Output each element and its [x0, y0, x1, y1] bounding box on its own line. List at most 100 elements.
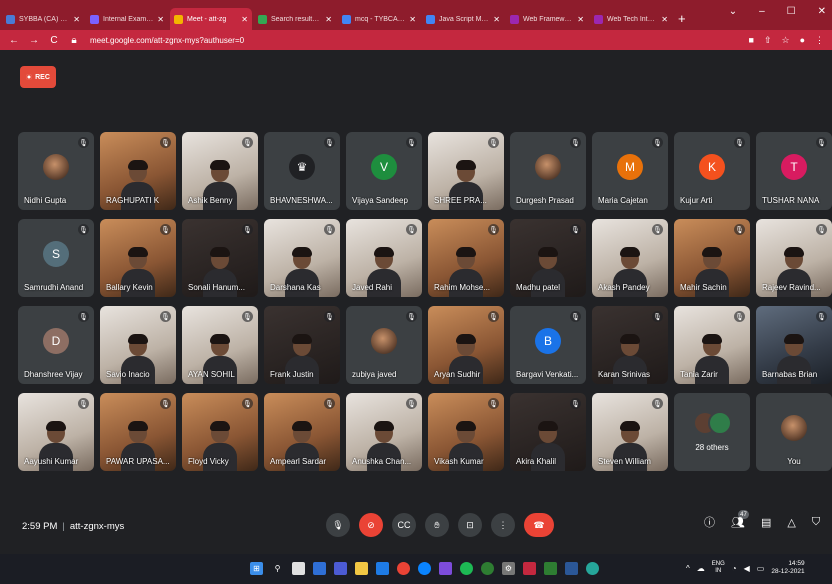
- participant-tile[interactable]: 🎙︎ Madhu patel: [510, 219, 586, 297]
- browser-tab[interactable]: Search results - G ✕: [254, 8, 336, 30]
- raise-hand-button[interactable]: ✋︎: [425, 513, 449, 537]
- participant-tile[interactable]: T 🎙︎ TUSHAR NANA: [756, 132, 832, 210]
- word-icon[interactable]: [565, 562, 578, 575]
- participant-tile[interactable]: 🎙︎ Anushka Chan...: [346, 393, 422, 471]
- participant-tile[interactable]: 🎙︎ Akash Pandey: [592, 219, 668, 297]
- camera-icon[interactable]: ■: [749, 35, 754, 46]
- participant-tile[interactable]: 🎙︎ Steven William: [592, 393, 668, 471]
- battery-icon[interactable]: ▭: [757, 564, 765, 573]
- lock-icon[interactable]: 🔒︎: [68, 35, 80, 46]
- participant-tile[interactable]: 🎙︎ Aryan Sudhir: [428, 306, 504, 384]
- whatsapp-icon[interactable]: [481, 562, 494, 575]
- close-tab-icon[interactable]: ✕: [241, 15, 248, 24]
- volume-icon[interactable]: ◀︎: [744, 564, 750, 573]
- url-field[interactable]: meet.google.com/att-zgnx-mys?authuser=0: [90, 36, 749, 45]
- participant-tile[interactable]: 🎙︎ Javed Rahi: [346, 219, 422, 297]
- captions-button[interactable]: CC: [392, 513, 416, 537]
- menu-icon[interactable]: ⋮: [815, 35, 824, 46]
- camera-off-button[interactable]: ⊘: [359, 513, 383, 537]
- people-icon[interactable]: 👥︎: [731, 516, 745, 529]
- browser-tab[interactable]: Web Framework ✕: [506, 8, 588, 30]
- back-icon[interactable]: ←: [8, 35, 20, 46]
- participant-tile[interactable]: B 🎙︎ Bargavi Venkati...: [510, 306, 586, 384]
- close-tab-icon[interactable]: ✕: [577, 15, 584, 24]
- close-tab-icon[interactable]: ✕: [409, 15, 416, 24]
- chat-app-icon[interactable]: [334, 562, 347, 575]
- language-indicator[interactable]: ENG IN: [712, 561, 725, 575]
- search-icon[interactable]: ⚲: [271, 562, 284, 575]
- cloud-icon[interactable]: ☁︎: [697, 564, 705, 573]
- participant-tile[interactable]: 🎙︎ PAWAR UPASA...: [100, 393, 176, 471]
- leave-call-button[interactable]: ☎︎: [524, 513, 554, 537]
- maximize-icon[interactable]: ☐: [787, 6, 796, 17]
- start-icon[interactable]: ⊞: [250, 562, 263, 575]
- host-controls-icon[interactable]: ⛉: [812, 516, 820, 529]
- browser-tab[interactable]: Web Tech Intern ✕: [590, 8, 672, 30]
- participant-tile[interactable]: 🎙︎ Akira Khalil: [510, 393, 586, 471]
- participant-tile[interactable]: 🎙︎ zubiya javed: [346, 306, 422, 384]
- chat-icon[interactable]: ▤: [761, 516, 771, 529]
- participant-tile[interactable]: 🎙︎ Rajeev Ravind...: [756, 219, 832, 297]
- minimize-icon[interactable]: –: [759, 6, 765, 17]
- participant-tile[interactable]: ♛ 🎙︎ BHAVNESHWA...: [264, 132, 340, 210]
- browser-tab[interactable]: Internal Exam Sl ✕: [86, 8, 168, 30]
- spotify-icon[interactable]: [460, 562, 473, 575]
- participant-tile[interactable]: 🎙︎ Vikash Kumar: [428, 393, 504, 471]
- participant-tile[interactable]: 🎙︎ Ballary Kevin: [100, 219, 176, 297]
- participant-tile[interactable]: 🎙︎ Durgesh Prasad: [510, 132, 586, 210]
- participant-tile[interactable]: S 🎙︎ Samrudhi Anand: [18, 219, 94, 297]
- participant-tile[interactable]: 🎙︎ AYAN SOHIL: [182, 306, 258, 384]
- close-icon[interactable]: ✕: [818, 6, 826, 17]
- teams-icon[interactable]: [439, 562, 452, 575]
- participant-tile[interactable]: 🎙︎ Rahim Mohse...: [428, 219, 504, 297]
- info-icon[interactable]: ⓘ: [704, 514, 715, 530]
- participant-tile[interactable]: 🎙︎ SHREE PRA...: [428, 132, 504, 210]
- participant-tile[interactable]: 🎙︎ Savio Inacio: [100, 306, 176, 384]
- share-icon[interactable]: ⇧: [764, 35, 772, 46]
- participant-tile[interactable]: 🎙︎ RAGHUPATI K: [100, 132, 176, 210]
- forward-icon[interactable]: →: [28, 35, 40, 46]
- chevron-up-icon[interactable]: ^: [686, 564, 690, 573]
- participant-tile[interactable]: M 🎙︎ Maria Cajetan: [592, 132, 668, 210]
- profile-icon[interactable]: ●: [800, 35, 805, 46]
- close-tab-icon[interactable]: ✕: [493, 15, 500, 24]
- close-tab-icon[interactable]: ✕: [661, 15, 668, 24]
- settings-icon[interactable]: ⚙: [502, 562, 515, 575]
- participant-tile[interactable]: V 🎙︎ Vijaya Sandeep: [346, 132, 422, 210]
- chevron-down-icon[interactable]: ⌄: [729, 6, 737, 17]
- more-options-button[interactable]: ⋮: [491, 513, 515, 537]
- browser-tab[interactable]: Meet - att-zg ✕: [170, 8, 252, 30]
- activities-icon[interactable]: △: [787, 516, 795, 529]
- edge-icon[interactable]: [418, 562, 431, 575]
- close-tab-icon[interactable]: ✕: [157, 15, 164, 24]
- participant-tile[interactable]: 🎙︎ Tania Zarir: [674, 306, 750, 384]
- browser-tab[interactable]: mcq - TYBCA.do ✕: [338, 8, 420, 30]
- wifi-icon[interactable]: ◔: [732, 564, 737, 573]
- widgets-icon[interactable]: [313, 562, 326, 575]
- participant-tile[interactable]: You: [756, 393, 832, 471]
- participant-tile[interactable]: 🎙︎ Darshana Kas: [264, 219, 340, 297]
- participant-tile[interactable]: 🎙︎ Ampearl Sardar: [264, 393, 340, 471]
- participant-tile[interactable]: 28 others: [674, 393, 750, 471]
- close-tab-icon[interactable]: ✕: [325, 15, 332, 24]
- participant-tile[interactable]: K 🎙︎ Kujur Arti: [674, 132, 750, 210]
- participant-tile[interactable]: 🎙︎ Barnabas Brian: [756, 306, 832, 384]
- reload-icon[interactable]: C: [48, 35, 60, 46]
- chrome-profile-icon[interactable]: [523, 562, 536, 575]
- task-view-icon[interactable]: [292, 562, 305, 575]
- star-icon[interactable]: ☆: [781, 35, 789, 46]
- excel-icon[interactable]: [544, 562, 557, 575]
- participant-tile[interactable]: 🎙︎ Frank Justin: [264, 306, 340, 384]
- participant-tile[interactable]: 🎙︎ Aayushi Kumar: [18, 393, 94, 471]
- new-tab-button[interactable]: +: [678, 11, 686, 26]
- participant-tile[interactable]: 🎙︎ Ashik Benny: [182, 132, 258, 210]
- app-icon[interactable]: [586, 562, 599, 575]
- participant-tile[interactable]: 🎙︎ Floyd Vicky: [182, 393, 258, 471]
- participant-tile[interactable]: 🎙︎ Mahir Sachin: [674, 219, 750, 297]
- participant-tile[interactable]: 🎙︎ Sonali Hanum...: [182, 219, 258, 297]
- close-tab-icon[interactable]: ✕: [73, 15, 80, 24]
- clock[interactable]: 14:59 28-12-2021: [771, 560, 804, 576]
- chrome-icon[interactable]: [397, 562, 410, 575]
- browser-tab[interactable]: SYBBA (CA) 2021 ✕: [2, 8, 84, 30]
- store-icon[interactable]: [376, 562, 389, 575]
